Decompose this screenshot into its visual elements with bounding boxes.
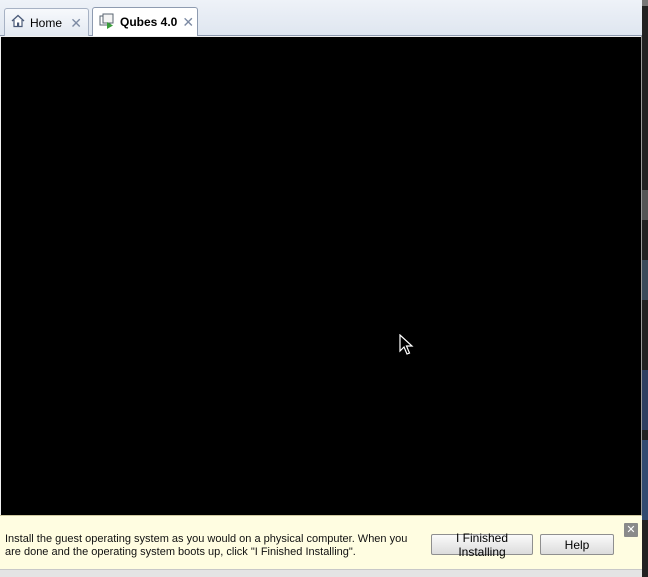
tab-home-label: Home [30, 15, 63, 30]
tab-qubes[interactable]: Qubes 4.0 ✕ [92, 7, 198, 36]
finished-installing-button[interactable]: I Finished Installing [431, 531, 533, 559]
home-icon [11, 14, 25, 31]
vm-icon [99, 13, 115, 32]
tab-bar: Home ✕ Qubes 4.0 ✕ [0, 0, 642, 36]
install-info-bar: Install the guest operating system as yo… [0, 515, 642, 569]
install-message: Install the guest operating system as yo… [5, 533, 408, 558]
help-button[interactable]: Help [540, 534, 614, 555]
status-bar [0, 569, 642, 577]
tab-home[interactable]: Home ✕ [4, 8, 89, 36]
tab-qubes-label: Qubes 4.0 [120, 15, 178, 29]
vm-console-screen[interactable] [1, 37, 641, 515]
mouse-cursor-icon [399, 334, 414, 355]
vmware-window: Home ✕ Qubes 4.0 ✕ Install the guest ope… [0, 0, 642, 577]
close-icon[interactable]: ✕ [624, 523, 638, 537]
close-icon[interactable]: ✕ [70, 16, 82, 30]
background-desktop-strip [642, 0, 648, 577]
close-icon[interactable]: ✕ [182, 15, 194, 29]
